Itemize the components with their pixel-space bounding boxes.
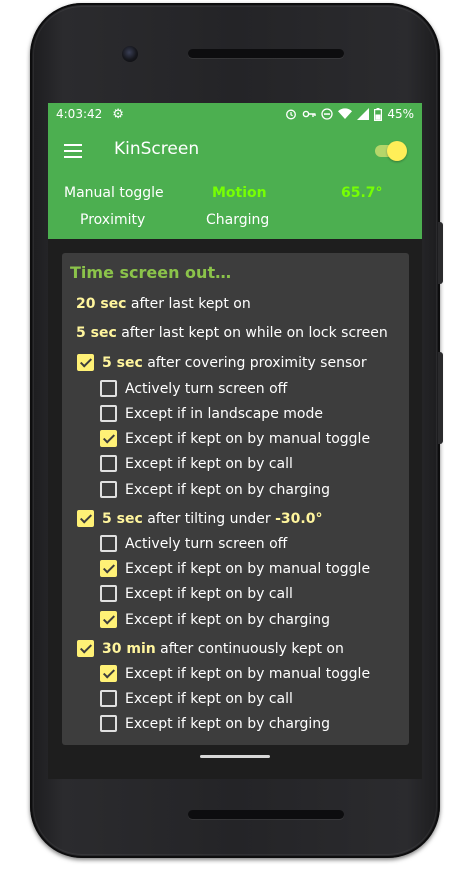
checkbox[interactable] bbox=[100, 665, 117, 682]
tilt-option-charging[interactable]: Except if kept on by charging bbox=[100, 611, 330, 628]
top-speaker bbox=[188, 49, 344, 58]
lock-screen-timeout-setting[interactable]: 5 sec after last kept on while on lock s… bbox=[76, 325, 388, 341]
checkbox[interactable] bbox=[100, 380, 117, 397]
option-label: Except if kept on by charging bbox=[125, 481, 331, 498]
alarm-icon bbox=[286, 109, 297, 120]
tilt-timeout-value: 5 sec bbox=[102, 510, 143, 527]
tilt-option-actively-off[interactable]: Actively turn screen off bbox=[100, 535, 287, 552]
option-label: Except if kept on by manual toggle bbox=[125, 560, 371, 577]
kept-on-timeout-value: 20 sec bbox=[76, 296, 127, 312]
checkbox[interactable] bbox=[100, 430, 117, 447]
status-bar: 4:03:42 ⚙ 45% bbox=[48, 103, 422, 125]
checkbox[interactable] bbox=[100, 535, 117, 552]
proximity-timeout-value: 5 sec bbox=[102, 354, 143, 371]
lock-screen-timeout-value: 5 sec bbox=[76, 325, 117, 341]
continuous-option-manual-toggle[interactable]: Except if kept on by manual toggle bbox=[100, 665, 370, 682]
option-label: Except if kept on by manual toggle bbox=[125, 430, 371, 447]
option-label: Except if kept on by call bbox=[125, 585, 293, 602]
proximity-option-actively-off[interactable]: Actively turn screen off bbox=[100, 380, 287, 397]
tilt-option-manual-toggle[interactable]: Except if kept on by manual toggle bbox=[100, 560, 370, 577]
checkbox[interactable] bbox=[100, 690, 117, 707]
option-label: Actively turn screen off bbox=[125, 535, 288, 552]
tilt-option-call[interactable]: Except if kept on by call bbox=[100, 585, 293, 602]
tilt-timeout-checkbox[interactable] bbox=[77, 510, 94, 527]
app-title: KinScreen bbox=[114, 139, 200, 159]
checkbox[interactable] bbox=[100, 481, 117, 498]
tilt-timeout-setting[interactable]: 5 sec after tilting under -30.0° bbox=[77, 510, 322, 527]
proximity-option-call[interactable]: Except if kept on by call bbox=[100, 455, 293, 472]
checkbox[interactable] bbox=[100, 455, 117, 472]
option-label: Except if kept on by call bbox=[125, 690, 293, 707]
volume-button bbox=[438, 222, 443, 284]
continuous-timeout-value: 30 min bbox=[102, 640, 156, 657]
checkbox[interactable] bbox=[100, 585, 117, 602]
keep-screen-on-toggle[interactable] bbox=[375, 141, 407, 161]
checkbox[interactable] bbox=[100, 611, 117, 628]
front-camera bbox=[122, 46, 138, 62]
continuous-timeout-text: after continuously kept on bbox=[155, 640, 344, 657]
tilt-angle-indicator: 65.7° bbox=[341, 185, 383, 201]
lock-screen-timeout-text: after last kept on while on lock screen bbox=[116, 325, 388, 341]
screen: 4:03:42 ⚙ 45% KinScreen Manual toggle Mo… bbox=[48, 103, 422, 779]
do-not-disturb-icon bbox=[321, 108, 333, 120]
checkbox[interactable] bbox=[100, 715, 117, 732]
menu-icon[interactable] bbox=[64, 144, 82, 158]
battery-percentage: 45% bbox=[387, 107, 414, 121]
checkbox[interactable] bbox=[100, 560, 117, 577]
tilt-angle-value: -30.0° bbox=[275, 510, 323, 527]
wifi-icon bbox=[338, 108, 353, 119]
settings-icon: ⚙ bbox=[112, 106, 124, 122]
card-title: Time screen out… bbox=[70, 263, 232, 282]
proximity-timeout-checkbox[interactable] bbox=[77, 354, 94, 371]
proximity-option-landscape[interactable]: Except if in landscape mode bbox=[100, 405, 323, 422]
kept-on-timeout-text: after last kept on bbox=[126, 296, 251, 312]
proximity-option-manual-toggle[interactable]: Except if kept on by manual toggle bbox=[100, 430, 370, 447]
continuous-timeout-checkbox[interactable] bbox=[77, 640, 94, 657]
app-bar: KinScreen Manual toggle Motion 65.7° Pro… bbox=[48, 125, 422, 239]
option-label: Except if in landscape mode bbox=[125, 405, 323, 422]
home-gesture-bar[interactable] bbox=[200, 755, 270, 758]
battery-icon bbox=[374, 107, 383, 121]
checkbox[interactable] bbox=[100, 405, 117, 422]
proximity-indicator: Proximity bbox=[80, 212, 146, 228]
tilt-timeout-text: after tilting under bbox=[142, 510, 276, 527]
signal-icon bbox=[357, 108, 370, 120]
motion-indicator: Motion bbox=[212, 185, 267, 201]
time-screen-out-card: Time screen out… 20 sec after last kept … bbox=[62, 253, 409, 745]
bottom-speaker bbox=[188, 810, 344, 819]
status-time: 4:03:42 bbox=[56, 107, 103, 121]
option-label: Except if kept on by manual toggle bbox=[125, 665, 371, 682]
option-label: Except if kept on by call bbox=[125, 455, 293, 472]
continuous-timeout-setting[interactable]: 30 min after continuously kept on bbox=[77, 640, 344, 657]
key-icon bbox=[303, 110, 317, 118]
power-button bbox=[438, 352, 443, 444]
charging-indicator: Charging bbox=[206, 212, 270, 228]
option-label: Actively turn screen off bbox=[125, 380, 288, 397]
proximity-timeout-setting[interactable]: 5 sec after covering proximity sensor bbox=[77, 354, 367, 371]
proximity-timeout-text: after covering proximity sensor bbox=[142, 354, 367, 371]
manual-toggle-label: Manual toggle bbox=[64, 185, 164, 201]
option-label: Except if kept on by charging bbox=[125, 611, 331, 628]
kept-on-timeout-setting[interactable]: 20 sec after last kept on bbox=[76, 296, 251, 312]
continuous-option-call[interactable]: Except if kept on by call bbox=[100, 690, 293, 707]
continuous-option-charging[interactable]: Except if kept on by charging bbox=[100, 715, 330, 732]
proximity-option-charging[interactable]: Except if kept on by charging bbox=[100, 481, 330, 498]
option-label: Except if kept on by charging bbox=[125, 715, 331, 732]
